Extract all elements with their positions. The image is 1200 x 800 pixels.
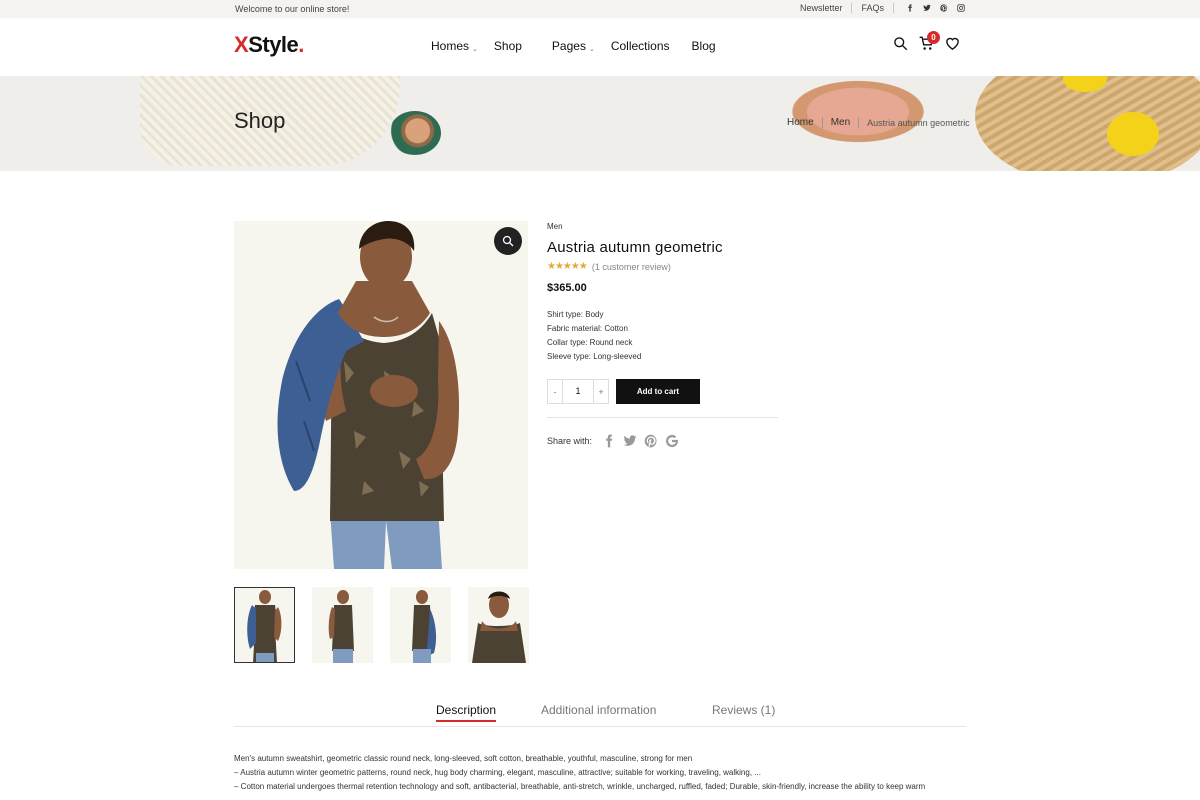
nav-item-pages[interactable]: Pages ⌄ (552, 39, 595, 53)
product-rating: ★★★★★ (1 customer review) (547, 261, 779, 272)
thumbnail-image (468, 587, 529, 663)
quantity-decrease-button[interactable]: - (548, 387, 562, 397)
spec-item: Shirt type: Body (547, 310, 604, 319)
breadcrumb-current: Austria autumn geometric (867, 117, 970, 128)
review-count-link[interactable]: (1 customer review) (592, 262, 671, 272)
nav-item-homes[interactable]: Homes ⌄ (431, 39, 478, 53)
breadcrumb-home[interactable]: Home (787, 117, 814, 128)
share-section: Share with: (547, 434, 679, 448)
search-icon[interactable] (893, 36, 908, 51)
facebook-icon[interactable] (906, 4, 914, 12)
zoom-icon (502, 235, 514, 247)
pinterest-icon[interactable] (644, 434, 658, 448)
site-header: XStyle. Homes ⌄ Shop Pages ⌄ Collections… (0, 18, 1200, 76)
product-summary: Men Austria autumn geometric ★★★★★ (1 cu… (547, 222, 779, 404)
quantity-input[interactable]: 1 (562, 380, 594, 403)
spec-item: Fabric material: Cotton (547, 324, 628, 333)
thumbnail-image (234, 587, 295, 663)
thumbnail-image (390, 587, 451, 663)
instagram-icon[interactable] (957, 4, 965, 12)
product-price: $365.00 (547, 282, 587, 294)
welcome-text: Welcome to our online store! (235, 4, 350, 14)
product-main-image[interactable] (234, 221, 528, 569)
chevron-down-icon: ⌄ (588, 46, 595, 53)
thumbnail-1[interactable] (234, 587, 295, 663)
nav-item-blog[interactable]: Blog (692, 39, 716, 53)
banner-decoration (1107, 112, 1159, 156)
thumbnail-3[interactable] (390, 587, 451, 663)
nav-label: Pages (551, 39, 586, 53)
description-line: – Cotton material undergoes thermal rete… (234, 782, 926, 791)
header-actions: 0 (893, 31, 960, 51)
quantity-increase-button[interactable]: + (594, 387, 608, 397)
spec-item: Collar type: Round neck (547, 338, 633, 347)
divider (858, 117, 860, 128)
zoom-button[interactable] (494, 227, 522, 255)
banner-decoration (389, 111, 441, 155)
newsletter-link[interactable]: Newsletter (791, 3, 852, 13)
page-banner: Shop Home Men Austria autumn geometric (0, 76, 1200, 171)
google-icon[interactable] (665, 434, 679, 448)
twitter-icon[interactable] (923, 4, 931, 12)
site-logo[interactable]: XStyle. (234, 32, 304, 58)
share-icons (602, 434, 679, 448)
logo-text: Style (248, 32, 299, 57)
thumbnail-image (312, 587, 373, 663)
add-to-cart-button[interactable]: Add to cart (616, 379, 700, 404)
nav-label: Shop (493, 39, 522, 53)
quantity-stepper: - 1 + (547, 379, 609, 404)
star-rating-icon: ★★★★★ (547, 261, 588, 272)
chevron-down-icon: ⌄ (472, 46, 478, 53)
share-label: Share with: (547, 436, 593, 446)
social-links (894, 4, 965, 12)
nav-label: Blog (691, 39, 716, 53)
breadcrumb: Home Men Austria autumn geometric (787, 117, 970, 128)
page-title: Shop (234, 108, 286, 133)
pinterest-icon[interactable] (940, 4, 948, 12)
tab-description[interactable]: Description (436, 703, 497, 722)
facebook-icon[interactable] (602, 434, 616, 448)
spec-item: Sleeve type: Long-sleeved (547, 352, 642, 361)
product-specs: Shirt type: Body Fabric material: Cotton… (547, 308, 779, 364)
add-to-cart-row: - 1 + Add to cart (547, 379, 779, 404)
logo-x: X (234, 32, 249, 57)
logo-dot: . (298, 32, 304, 57)
cart-count-badge: 0 (927, 31, 940, 44)
product-description: Men's autumn sweatshirt, geometric class… (234, 752, 966, 794)
thumbnail-4[interactable] (468, 587, 529, 663)
product-category[interactable]: Men (547, 222, 779, 231)
divider (821, 117, 823, 128)
heart-icon[interactable] (945, 36, 960, 51)
cart-button[interactable]: 0 (919, 31, 940, 51)
main-nav: Homes ⌄ Shop Pages ⌄ Collections Blog (431, 39, 732, 53)
description-line: Men's autumn sweatshirt, geometric class… (234, 754, 693, 763)
nav-label: Collections (610, 39, 670, 53)
product-title: Austria autumn geometric (547, 239, 723, 256)
description-line: – Austria autumn winter geometric patter… (234, 768, 761, 777)
nav-label: Homes (431, 39, 470, 53)
nav-item-collections[interactable]: Collections (611, 39, 670, 53)
thumbnail-2[interactable] (312, 587, 373, 663)
breadcrumb-men[interactable]: Men (831, 117, 850, 128)
tab-reviews[interactable]: Reviews (1) (712, 703, 775, 717)
divider (547, 417, 778, 418)
product-thumbnails (234, 587, 529, 663)
twitter-icon[interactable] (623, 434, 637, 448)
product-tabs: Description Additional information Revie… (234, 703, 966, 727)
product-photo (234, 221, 528, 569)
top-links: Newsletter FAQs (791, 3, 965, 13)
tab-additional-information[interactable]: Additional information (541, 703, 656, 717)
nav-item-shop[interactable]: Shop (494, 39, 522, 53)
faqs-link[interactable]: FAQs (852, 3, 893, 13)
top-bar: Welcome to our online store! Newsletter … (0, 0, 1200, 18)
